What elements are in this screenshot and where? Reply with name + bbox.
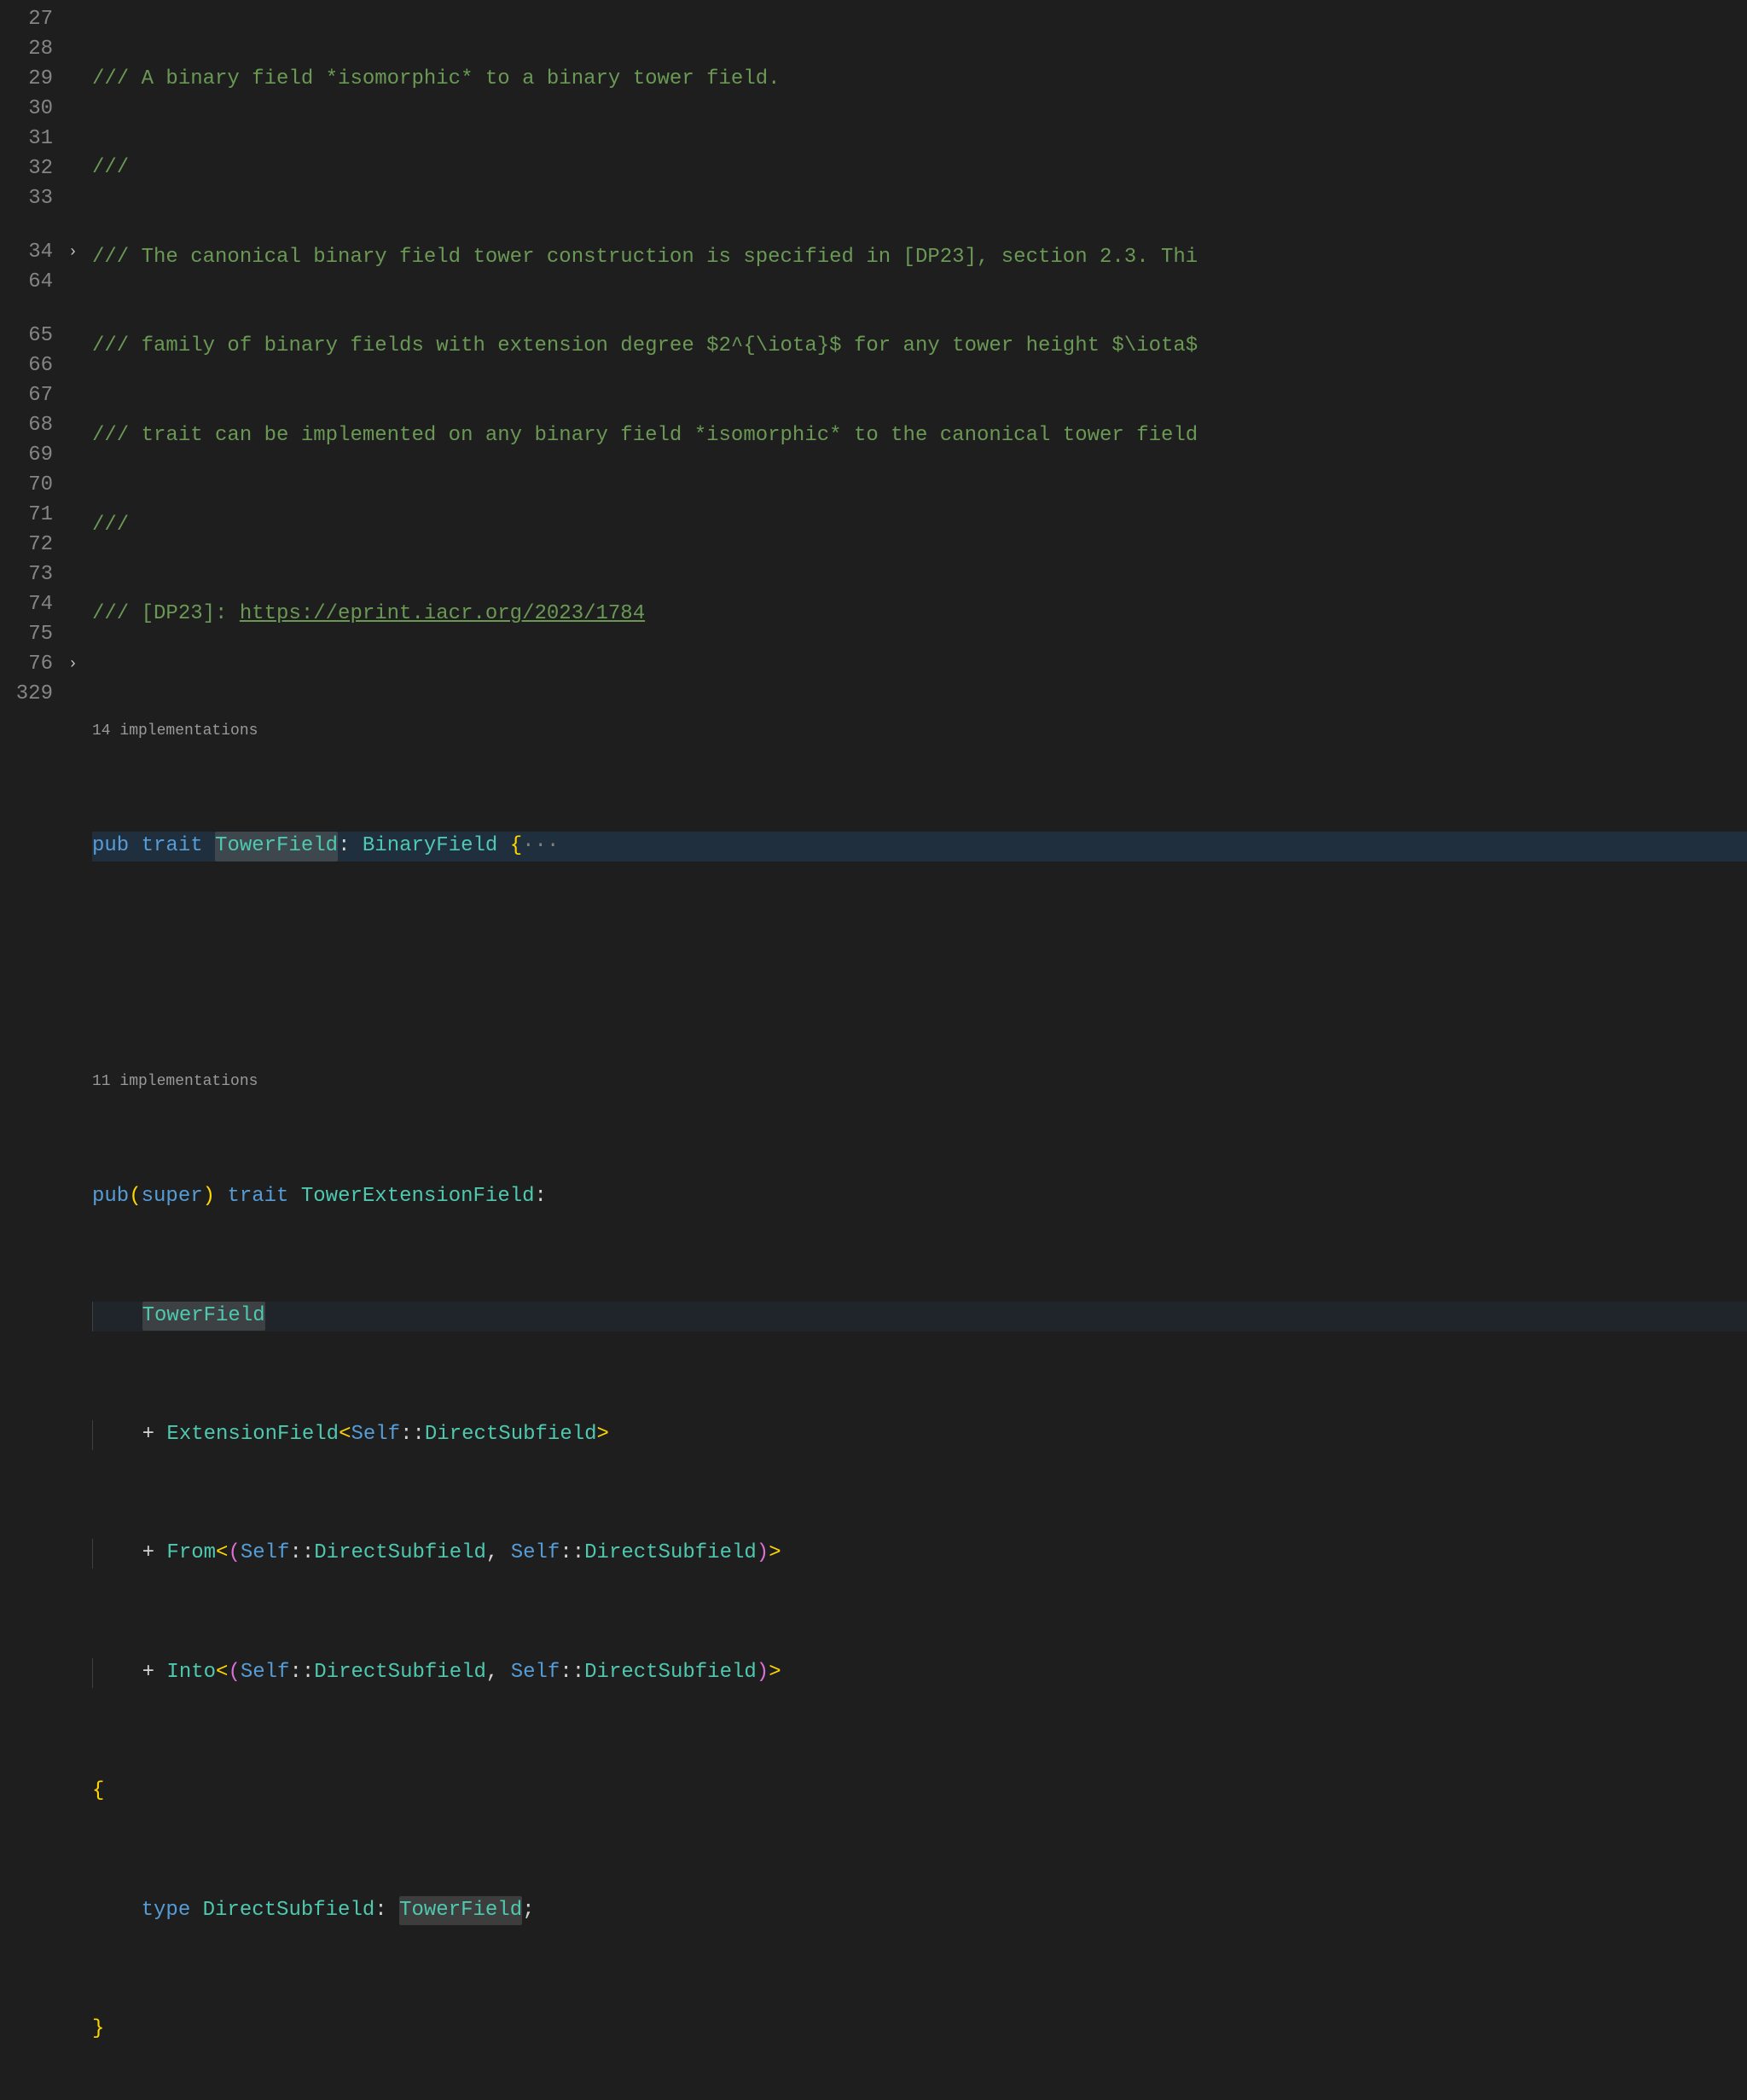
line-number: 31 [0,125,53,154]
code-line[interactable]: + ExtensionField<Self::DirectSubfield> [92,1420,1747,1450]
highlighted-symbol: TowerField [215,832,338,861]
codelens-implementations[interactable]: 14 implementations [92,719,1747,743]
line-number: 27 [0,5,53,35]
line-number: 65 [0,322,53,351]
line-number: 329 [0,680,53,710]
code-line[interactable]: /// [92,154,1747,183]
chevron-right-icon[interactable]: › [68,241,78,264]
code-line[interactable]: + From<(Self::DirectSubfield, Self::Dire… [92,1539,1747,1569]
code-line[interactable]: { [92,1777,1747,1807]
line-number: 71 [0,501,53,531]
code-editor[interactable]: 27 28 29 30 31 32 33 34 64 65 66 67 68 6… [0,0,1747,1050]
code-line[interactable]: TowerField [92,1302,1747,1331]
line-number: 29 [0,65,53,95]
code-line[interactable] [92,950,1747,980]
line-number: 75 [0,620,53,650]
code-line[interactable]: /// family of binary fields with extensi… [92,332,1747,362]
code-line[interactable]: /// [92,511,1747,541]
line-number: 69 [0,441,53,471]
line-number: 32 [0,154,53,184]
code-line[interactable]: /// trait can be implemented on any bina… [92,421,1747,451]
line-number: 76 [0,650,53,680]
fold-gutter: › › [68,5,92,1050]
line-number: 73 [0,560,53,590]
code-line[interactable]: /// The canonical binary field tower con… [92,243,1747,273]
code-line[interactable]: } [92,2015,1747,2045]
line-number: 72 [0,531,53,560]
code-line[interactable]: pub trait TowerField: BinaryField {··· [92,832,1747,861]
folded-ellipsis-icon[interactable]: ··· [522,832,559,861]
line-number: 66 [0,351,53,381]
highlighted-symbol: TowerField [142,1302,265,1331]
highlighted-symbol: TowerField [399,1896,522,1926]
line-number: 64 [0,268,53,298]
line-number: 70 [0,471,53,501]
code-line[interactable]: /// A binary field *isomorphic* to a bin… [92,65,1747,95]
code-line[interactable]: + Into<(Self::DirectSubfield, Self::Dire… [92,1658,1747,1688]
chevron-right-icon[interactable]: › [68,653,78,676]
line-number-gutter: 27 28 29 30 31 32 33 34 64 65 66 67 68 6… [0,5,68,1050]
line-number: 67 [0,381,53,411]
code-line[interactable]: pub(super) trait TowerExtensionField: [92,1182,1747,1212]
line-number: 74 [0,590,53,620]
line-number: 33 [0,184,53,214]
line-number: 34 [0,238,53,268]
code-area[interactable]: /// A binary field *isomorphic* to a bin… [92,5,1747,1050]
line-number: 30 [0,95,53,125]
code-line[interactable]: /// [DP23]: https://eprint.iacr.org/2023… [92,600,1747,629]
codelens-implementations[interactable]: 11 implementations [92,1070,1747,1094]
doc-link[interactable]: https://eprint.iacr.org/2023/1784 [240,600,645,629]
line-number: 68 [0,411,53,441]
code-line[interactable]: type DirectSubfield: TowerField; [92,1895,1747,1925]
line-number: 28 [0,35,53,65]
